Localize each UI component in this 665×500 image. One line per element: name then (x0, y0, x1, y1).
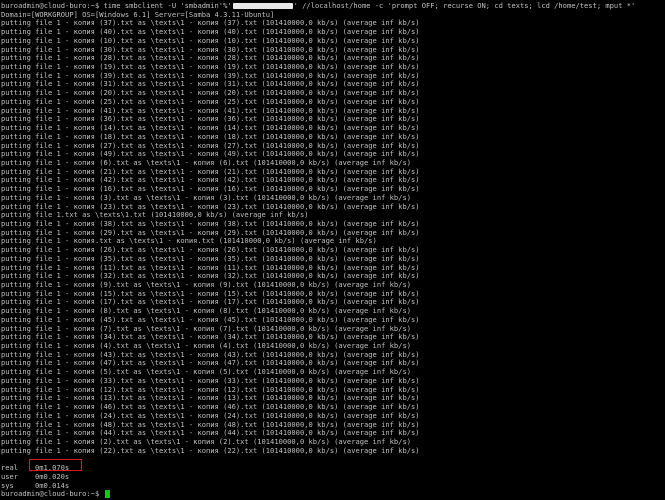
terminal-window[interactable]: buroadmin@cloud-buro:~$ time smbclient -… (0, 0, 665, 500)
time-real-row: real 0m1.070s (1, 463, 635, 473)
final-prompt-line[interactable]: buroadmin@cloud-buro:~$ (1, 489, 635, 499)
transfer-log: putting file 1 - копия (37).txt as \text… (1, 19, 635, 455)
terminal-output: buroadmin@cloud-buro:~$ time smbclient -… (1, 1, 636, 499)
text-cursor (104, 490, 110, 499)
log-line: putting file 1 - копия (22).txt as \text… (1, 445, 420, 455)
time-user-value: 0m0.020s (35, 471, 70, 481)
time-user-row: user 0m0.020s (1, 471, 635, 482)
time-sys-value: 0m0.014s (35, 480, 70, 490)
time-real-value: 0m1.070s (35, 463, 70, 473)
final-prompt: buroadmin@cloud-buro:~$ (1, 489, 104, 499)
redacted-password (232, 3, 293, 9)
command-suffix: ' //localhost/home -c 'prompt OFF; recur… (293, 1, 636, 10)
command-prefix: buroadmin@cloud-buro:~$ time smbclient -… (1, 1, 232, 10)
